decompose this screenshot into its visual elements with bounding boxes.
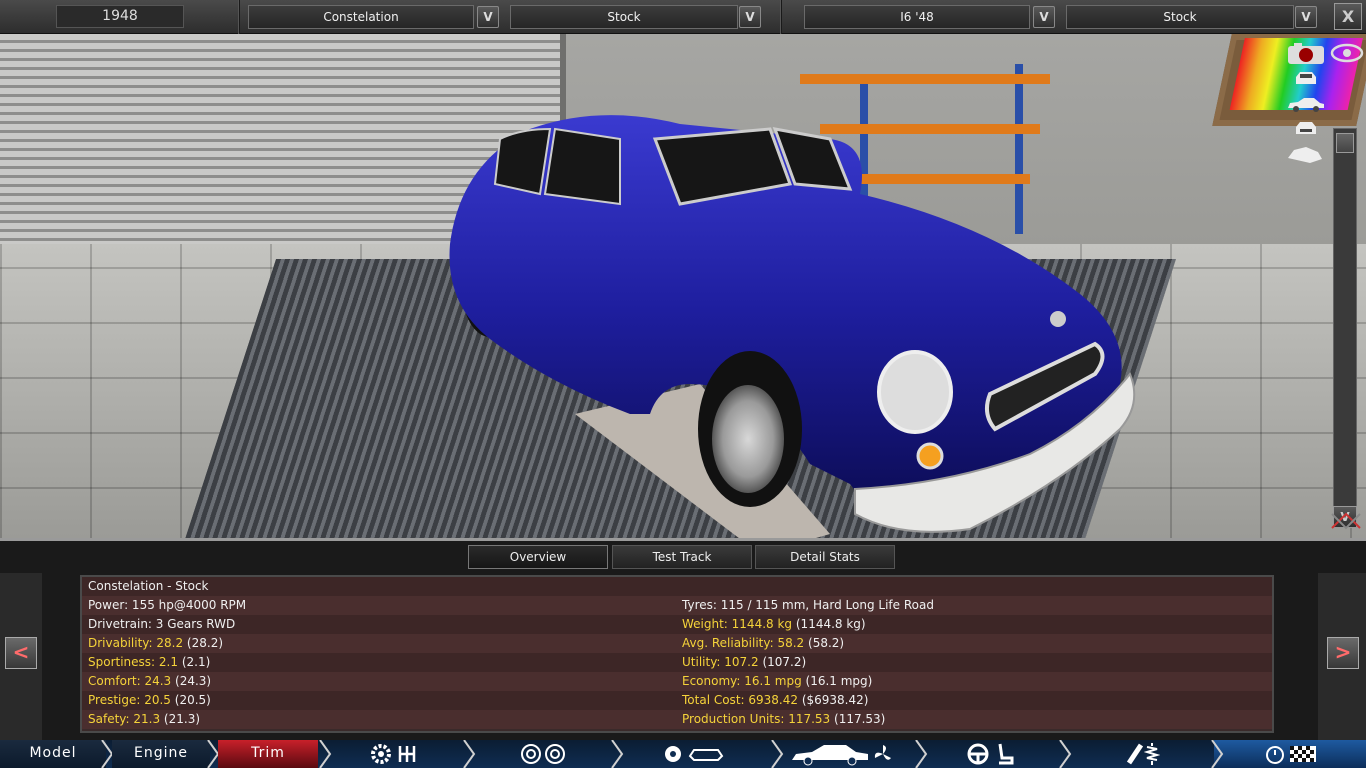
stat-drivetrain: Drivetrain: 3 Gears RWD	[88, 617, 236, 631]
nav-separator-icon	[771, 740, 784, 768]
tab-test-track[interactable]: Test Track	[612, 545, 752, 569]
eye-icon[interactable]	[1330, 42, 1364, 64]
close-button[interactable]: X	[1334, 3, 1362, 30]
stats-title: Constelation - Stock	[88, 579, 209, 593]
nav-group-testing[interactable]	[1211, 740, 1366, 768]
model-trim-selector[interactable]: Stock	[510, 5, 738, 29]
model-selector[interactable]: Constelation	[248, 5, 474, 29]
nav-separator-icon	[319, 740, 332, 768]
fan-icon[interactable]	[872, 742, 894, 766]
year-selector[interactable]: 1948	[56, 5, 184, 28]
info-panel: Overview Test Track Detail Stats < > Con…	[0, 538, 1366, 741]
car-rear-view-icon[interactable]	[1292, 118, 1320, 138]
engine-variant-selector[interactable]: Stock	[1066, 5, 1294, 29]
stats-row: Power: 155 hp@4000 RPM Tyres: 115 / 115 …	[82, 596, 1272, 615]
stats-row: Drivability: 28.2 (28.2) Avg. Reliabilit…	[82, 634, 1272, 653]
stat-sportiness: Sportiness: 2.1 (2.1)	[88, 655, 211, 669]
next-button[interactable]: >	[1327, 637, 1359, 669]
car-model-render	[449, 115, 1136, 538]
camera-icon[interactable]	[1286, 42, 1326, 66]
nav-separator-icon	[1059, 740, 1072, 768]
stats-row: Safety: 21.3 (21.3) Production Units: 11…	[82, 710, 1272, 729]
car-front-view-icon[interactable]	[1292, 68, 1320, 88]
stat-total-cost: Total Cost: 6938.42 ($6938.42)	[682, 693, 869, 707]
overview-stats: Constelation - Stock Power: 155 hp@4000 …	[80, 575, 1274, 733]
wheel-icon[interactable]	[520, 742, 542, 766]
stats-row: Drivetrain: 3 Gears RWD Weight: 1144.8 k…	[82, 615, 1272, 634]
model-trim-dropdown-button[interactable]: V	[739, 6, 761, 28]
stat-safety: Safety: 21.3 (21.3)	[88, 712, 201, 726]
nav-separator-icon	[915, 740, 928, 768]
brake-icon[interactable]	[662, 742, 684, 766]
stat-production-units: Production Units: 117.53 (117.53)	[682, 712, 886, 726]
bottom-navigation: Model Engine Trim	[0, 740, 1366, 768]
stat-tyres: Tyres: 115 / 115 mm, Hard Long Life Road	[682, 598, 934, 612]
exhaust-icon[interactable]	[1126, 742, 1144, 766]
engine-variant-dropdown-button[interactable]: V	[1295, 6, 1317, 28]
nav-tab-model[interactable]: Model	[0, 740, 106, 768]
chassis-icon[interactable]	[688, 742, 724, 766]
seat-icon[interactable]	[996, 742, 1014, 766]
engine-dropdown-button[interactable]: V	[1033, 6, 1055, 28]
car-viewport[interactable]: V	[0, 34, 1366, 538]
stats-row: Sportiness: 2.1 (2.1) Utility: 107.2 (10…	[82, 653, 1272, 672]
divider	[238, 0, 240, 34]
stat-drivability: Drivability: 28.2 (28.2)	[88, 636, 224, 650]
stats-row: Comfort: 24.3 (24.3) Economy: 16.1 mpg (…	[82, 672, 1272, 691]
car-angled-view-icon[interactable]	[1286, 144, 1324, 166]
stat-reliability: Avg. Reliability: 58.2 (58.2)	[682, 636, 845, 650]
stat-prestige: Prestige: 20.5 (20.5)	[88, 693, 211, 707]
nav-separator-icon	[611, 740, 624, 768]
scrollbar-thumb[interactable]	[1336, 133, 1354, 153]
stat-utility: Utility: 107.2 (107.2)	[682, 655, 807, 669]
tab-overview[interactable]: Overview	[468, 545, 608, 569]
stats-row: Prestige: 20.5 (20.5) Total Cost: 6938.4…	[82, 691, 1272, 710]
top-bar: 1948 Constelation V Stock V I6 '48 V Sto…	[0, 0, 1366, 34]
steering-wheel-icon[interactable]	[966, 742, 990, 766]
model-dropdown-button[interactable]: V	[477, 6, 499, 28]
engine-selector[interactable]: I6 '48	[804, 5, 1030, 29]
timer-icon[interactable]	[1264, 742, 1286, 766]
divider	[780, 0, 782, 34]
camera-scrollbar[interactable]	[1333, 128, 1357, 528]
nav-separator-icon	[463, 740, 476, 768]
tab-detail-stats[interactable]: Detail Stats	[755, 545, 895, 569]
wheel-icon[interactable]	[544, 742, 566, 766]
stat-economy: Economy: 16.1 mpg (16.1 mpg)	[682, 674, 873, 688]
car-body-icon[interactable]	[790, 742, 870, 766]
gear-icon[interactable]	[370, 742, 392, 766]
stat-power: Power: 155 hp@4000 RPM	[88, 598, 247, 612]
nav-tab-engine[interactable]: Engine	[112, 740, 210, 768]
gearbox-icon[interactable]	[396, 742, 418, 766]
previous-button[interactable]: <	[5, 637, 37, 669]
stat-weight: Weight: 1144.8 kg (1144.8 kg)	[682, 617, 866, 631]
checkered-flag-icon[interactable]	[1288, 742, 1318, 766]
nav-separator-icon	[1211, 740, 1224, 768]
rotate-view-icon[interactable]	[1328, 508, 1364, 534]
stat-comfort: Comfort: 24.3 (24.3)	[88, 674, 212, 688]
car-side-view-icon[interactable]	[1286, 96, 1326, 112]
nav-tab-trim[interactable]: Trim	[218, 740, 318, 768]
suspension-icon[interactable]	[1144, 742, 1160, 766]
stats-row: Constelation - Stock	[82, 577, 1272, 596]
